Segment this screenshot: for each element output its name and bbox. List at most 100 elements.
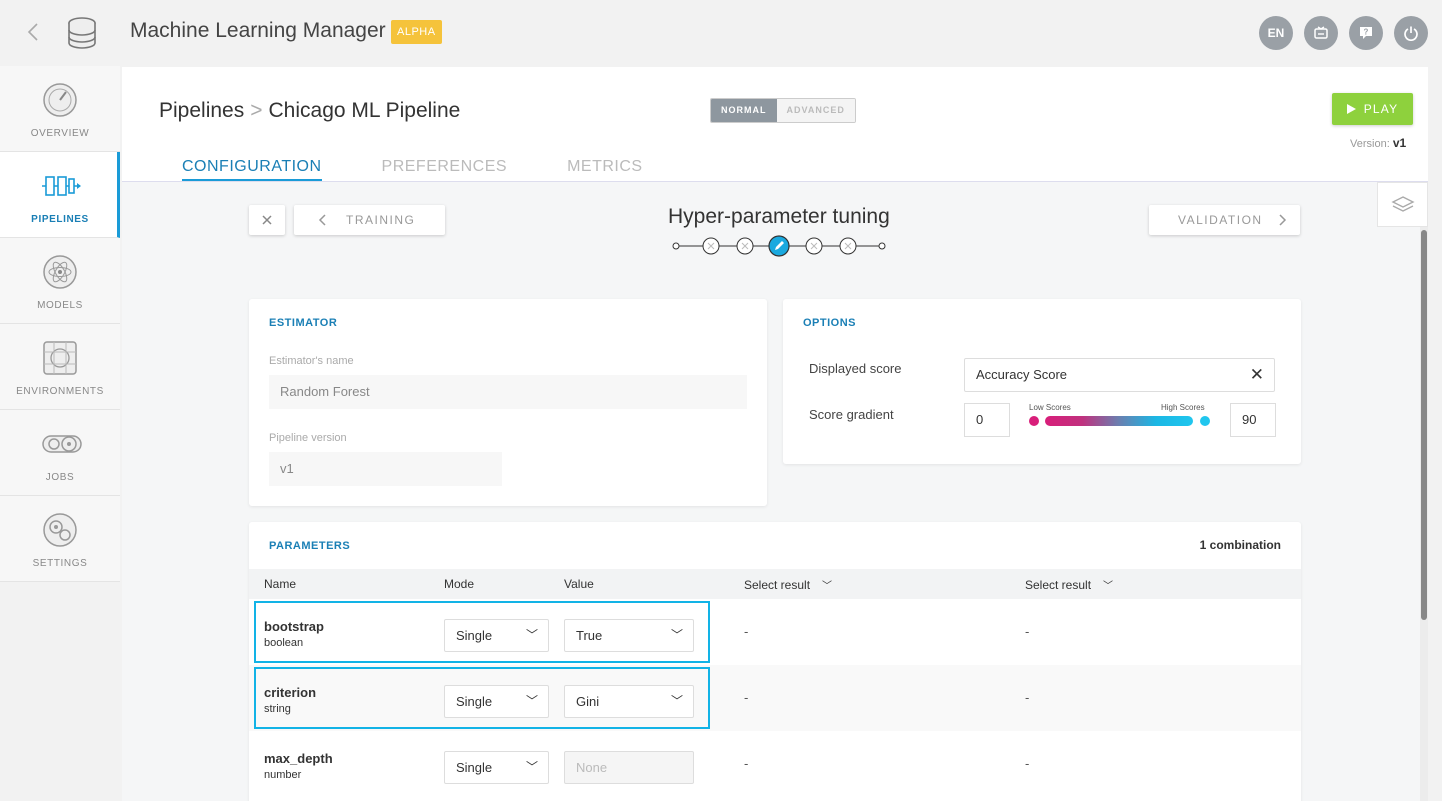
chevron-down-icon: ﹀ [1103, 581, 1114, 592]
low-score-color-dot[interactable] [1029, 416, 1039, 426]
clear-icon[interactable]: ✕ [1250, 359, 1264, 391]
sidebar-item-label: MODELS [37, 300, 83, 311]
previous-step-label: TRAINING [346, 213, 416, 227]
atom-icon [42, 254, 78, 290]
combination-count: 1 combination [1199, 538, 1281, 552]
sidebar-item-label: ENVIRONMENTS [16, 386, 104, 397]
table-row: criterion string Single ﹀ Gini ﹀ - - [249, 665, 1301, 731]
step-marker[interactable] [702, 237, 720, 255]
displayed-score-label: Displayed score [809, 361, 902, 376]
chevron-right-icon: > [250, 99, 263, 122]
mode-normal-button[interactable]: NORMAL [711, 99, 777, 122]
step-marker[interactable] [805, 237, 823, 255]
sidebar-item-overview[interactable]: OVERVIEW [0, 66, 120, 152]
mode-toggle: NORMAL ADVANCED [710, 98, 856, 123]
back-arrow-icon[interactable] [22, 20, 46, 44]
database-logo-icon [64, 15, 100, 51]
help-chat-icon[interactable]: ? [1349, 16, 1383, 50]
options-card: OPTIONS Displayed score Accuracy Score ✕… [783, 299, 1301, 464]
chevron-down-icon: ﹀ [822, 581, 833, 592]
scrollbar-thumb[interactable] [1421, 230, 1427, 620]
sidebar-item-pipelines[interactable]: PIPELINES [0, 152, 120, 238]
play-button[interactable]: PLAY [1332, 93, 1413, 125]
estimator-name-field: Random Forest [269, 375, 747, 409]
estimator-title: ESTIMATOR [269, 317, 338, 329]
svg-text:?: ? [1364, 28, 1369, 37]
layers-icon[interactable] [1377, 182, 1428, 227]
main-panel: Pipelines > Chicago ML Pipeline NORMAL ADV… [122, 67, 1428, 801]
value-placeholder: None [576, 760, 608, 775]
dashboard-icon[interactable] [1304, 16, 1338, 50]
breadcrumb-root[interactable]: Pipelines [159, 99, 244, 122]
tab-preferences[interactable]: PREFERENCES [382, 158, 508, 181]
estimator-card: ESTIMATOR Estimator's name Random Forest… [249, 299, 767, 506]
options-title: OPTIONS [803, 317, 857, 329]
alpha-badge: ALPHA [391, 20, 442, 44]
score-gradient-bar [1045, 416, 1193, 426]
tab-metrics[interactable]: METRICS [567, 158, 643, 181]
select-result-dropdown-2[interactable]: Select result ﹀ [1025, 577, 1113, 592]
gradient-min-input[interactable]: 0 [964, 403, 1010, 437]
grid-icon [42, 340, 78, 376]
previous-step-button[interactable]: TRAINING [294, 205, 445, 235]
mode-advanced-button[interactable]: ADVANCED [776, 99, 855, 122]
low-scores-label: Low Scores [1029, 403, 1071, 412]
column-header-name: Name [264, 577, 297, 591]
displayed-score-select[interactable]: Accuracy Score ✕ [964, 358, 1275, 392]
result-cell: - [1025, 756, 1030, 771]
sidebar: OVERVIEW PIPELINES MODELS ENVIRONMENTS J… [0, 66, 122, 801]
chevron-left-icon [318, 214, 326, 226]
app-title: Machine Learning Manager [130, 19, 386, 42]
param-name: max_depth [264, 751, 333, 766]
parameters-card: PARAMETERS 1 combination Name Mode Value… [249, 522, 1301, 801]
version-info: Version: v1 [1350, 136, 1406, 150]
step-title: Hyper-parameter tuning [668, 205, 890, 228]
sidebar-item-environments[interactable]: ENVIRONMENTS [0, 324, 120, 410]
close-button[interactable] [249, 205, 285, 235]
play-label: PLAY [1363, 102, 1399, 116]
chevron-down-icon: ﹀ [525, 760, 538, 774]
value-input[interactable]: None [564, 751, 694, 784]
high-scores-label: High Scores [1161, 403, 1205, 412]
param-type: number [264, 769, 302, 781]
tab-configuration[interactable]: CONFIGURATION [182, 158, 322, 181]
gradient-max-input[interactable]: 90 [1230, 403, 1276, 437]
column-header-result: Select result [1025, 578, 1092, 592]
step-marker[interactable] [839, 237, 857, 255]
table-header: Name Mode Value Select result ﹀ Select re… [249, 569, 1301, 599]
sidebar-item-models[interactable]: MODELS [0, 238, 120, 324]
column-header-mode: Mode [444, 577, 475, 591]
parameters-title: PARAMETERS [269, 540, 351, 552]
displayed-score-value: Accuracy Score [976, 367, 1068, 382]
pipeline-version-field: v1 [269, 452, 502, 486]
power-icon[interactable] [1394, 16, 1428, 50]
sidebar-item-label: OVERVIEW [30, 128, 90, 139]
result-cell: - [1025, 624, 1030, 639]
high-score-color-dot[interactable] [1200, 416, 1210, 426]
score-gradient-label: Score gradient [809, 407, 894, 422]
estimator-name-label: Estimator's name [269, 355, 354, 367]
current-step-marker[interactable] [768, 235, 790, 257]
column-header-value: Value [564, 577, 594, 591]
column-header-result: Select result [744, 578, 811, 592]
highlight-box [254, 667, 710, 729]
play-icon [1346, 104, 1356, 114]
step-marker[interactable] [736, 237, 754, 255]
language-button[interactable]: EN [1259, 16, 1293, 50]
mode-value: Single [456, 760, 493, 775]
next-step-label: VALIDATION [1178, 213, 1263, 227]
result-cell: - [744, 624, 749, 639]
main-header: Pipelines > Chicago ML Pipeline NORMAL ADV… [122, 67, 1428, 182]
gauge-icon [42, 82, 78, 118]
select-result-dropdown-1[interactable]: Select result ﹀ [744, 577, 832, 592]
table-row: max_depth number Single ﹀ None - - [249, 731, 1301, 797]
table-row: bootstrap boolean Single ﹀ True ﹀ - - [249, 599, 1301, 665]
next-step-button[interactable]: VALIDATION [1149, 205, 1300, 235]
sidebar-item-jobs[interactable]: JOBS [0, 410, 120, 496]
gears-icon [42, 426, 82, 462]
sidebar-item-label: JOBS [45, 472, 75, 483]
breadcrumb: Pipelines > Chicago ML Pipeline [159, 99, 460, 123]
result-cell: - [744, 756, 749, 771]
sidebar-item-settings[interactable]: SETTINGS [0, 496, 120, 582]
mode-select[interactable]: Single ﹀ [444, 751, 549, 784]
